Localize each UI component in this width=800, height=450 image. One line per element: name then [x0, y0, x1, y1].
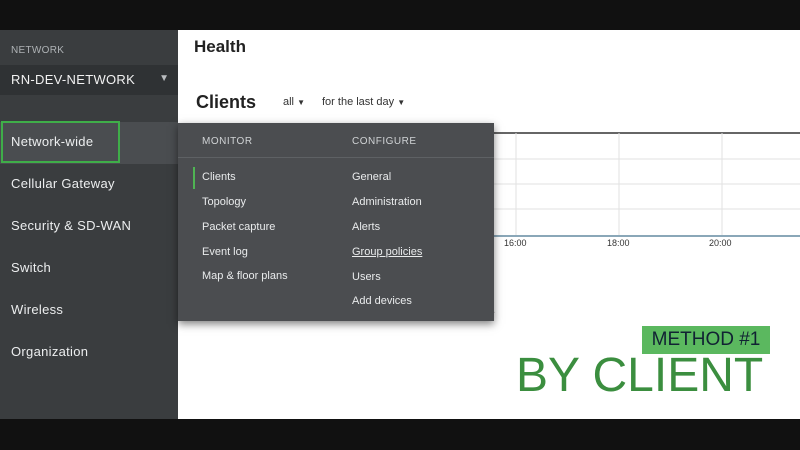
x-tick-label: 18:00 [607, 238, 630, 248]
sidebar: NETWORK RN-DEV-NETWORK ▼ Network-wide Ce… [0, 30, 178, 419]
network-wide-menu: MONITOR CONFIGURE Clients Topology Packe… [178, 123, 494, 321]
sidebar-item-switch[interactable]: Switch [0, 248, 178, 290]
x-tick-label: 20:00 [709, 238, 732, 248]
configure-header: CONFIGURE [352, 136, 417, 147]
menu-item-users[interactable]: Users [352, 271, 381, 283]
menu-item-packet-capture[interactable]: Packet capture [202, 221, 275, 233]
headline-overlay: BY CLIENT [516, 349, 764, 402]
caret-down-icon: ▼ [397, 98, 406, 107]
chevron-down-icon: ▼ [159, 73, 169, 84]
caret-down-icon: ▼ [297, 98, 305, 107]
network-selector-value: RN-DEV-NETWORK [11, 72, 136, 87]
menu-divider [178, 157, 494, 158]
sidebar-item-label: Organization [11, 344, 89, 359]
menu-item-map-floor-plans[interactable]: Map & floor plans [202, 270, 288, 282]
letterbox-top [0, 0, 800, 30]
app-frame: NETWORK RN-DEV-NETWORK ▼ Network-wide Ce… [0, 30, 800, 419]
menu-item-group-policies[interactable]: Group policies [352, 246, 422, 258]
monitor-header: MONITOR [202, 136, 253, 147]
sidebar-item-network-wide[interactable]: Network-wide [0, 121, 178, 164]
section-title: Clients [196, 92, 257, 112]
sidebar-item-cellular-gateway[interactable]: Cellular Gateway [0, 164, 178, 206]
sidebar-item-label: Network-wide [11, 134, 94, 149]
letterbox-bottom [0, 419, 800, 450]
scope-filter-value: all [283, 96, 295, 108]
page-title: Health [194, 37, 246, 56]
network-selector[interactable]: RN-DEV-NETWORK ▼ [0, 65, 178, 95]
time-filter-value: for the last day [322, 96, 395, 108]
sidebar-item-label: Cellular Gateway [11, 176, 115, 191]
menu-item-add-devices[interactable]: Add devices [352, 295, 412, 307]
scope-filter[interactable]: all ▼ [283, 96, 305, 108]
network-label: NETWORK [11, 45, 65, 56]
sidebar-item-wireless[interactable]: Wireless [0, 290, 178, 332]
sidebar-item-security-sd-wan[interactable]: Security & SD-WAN [0, 206, 178, 248]
sidebar-item-label: Wireless [11, 302, 64, 317]
sidebar-item-label: Security & SD-WAN [11, 218, 132, 233]
menu-item-topology[interactable]: Topology [202, 196, 246, 208]
menu-item-general[interactable]: General [352, 171, 391, 183]
sidebar-item-label: Switch [11, 260, 52, 275]
sidebar-item-organization[interactable]: Organization [0, 332, 178, 374]
menu-item-administration[interactable]: Administration [352, 196, 422, 208]
menu-item-clients[interactable]: Clients [193, 167, 236, 189]
menu-item-alerts[interactable]: Alerts [352, 221, 380, 233]
time-filter[interactable]: for the last day ▼ [322, 96, 405, 108]
menu-item-event-log[interactable]: Event log [202, 246, 248, 258]
x-tick-label: 16:00 [504, 238, 527, 248]
